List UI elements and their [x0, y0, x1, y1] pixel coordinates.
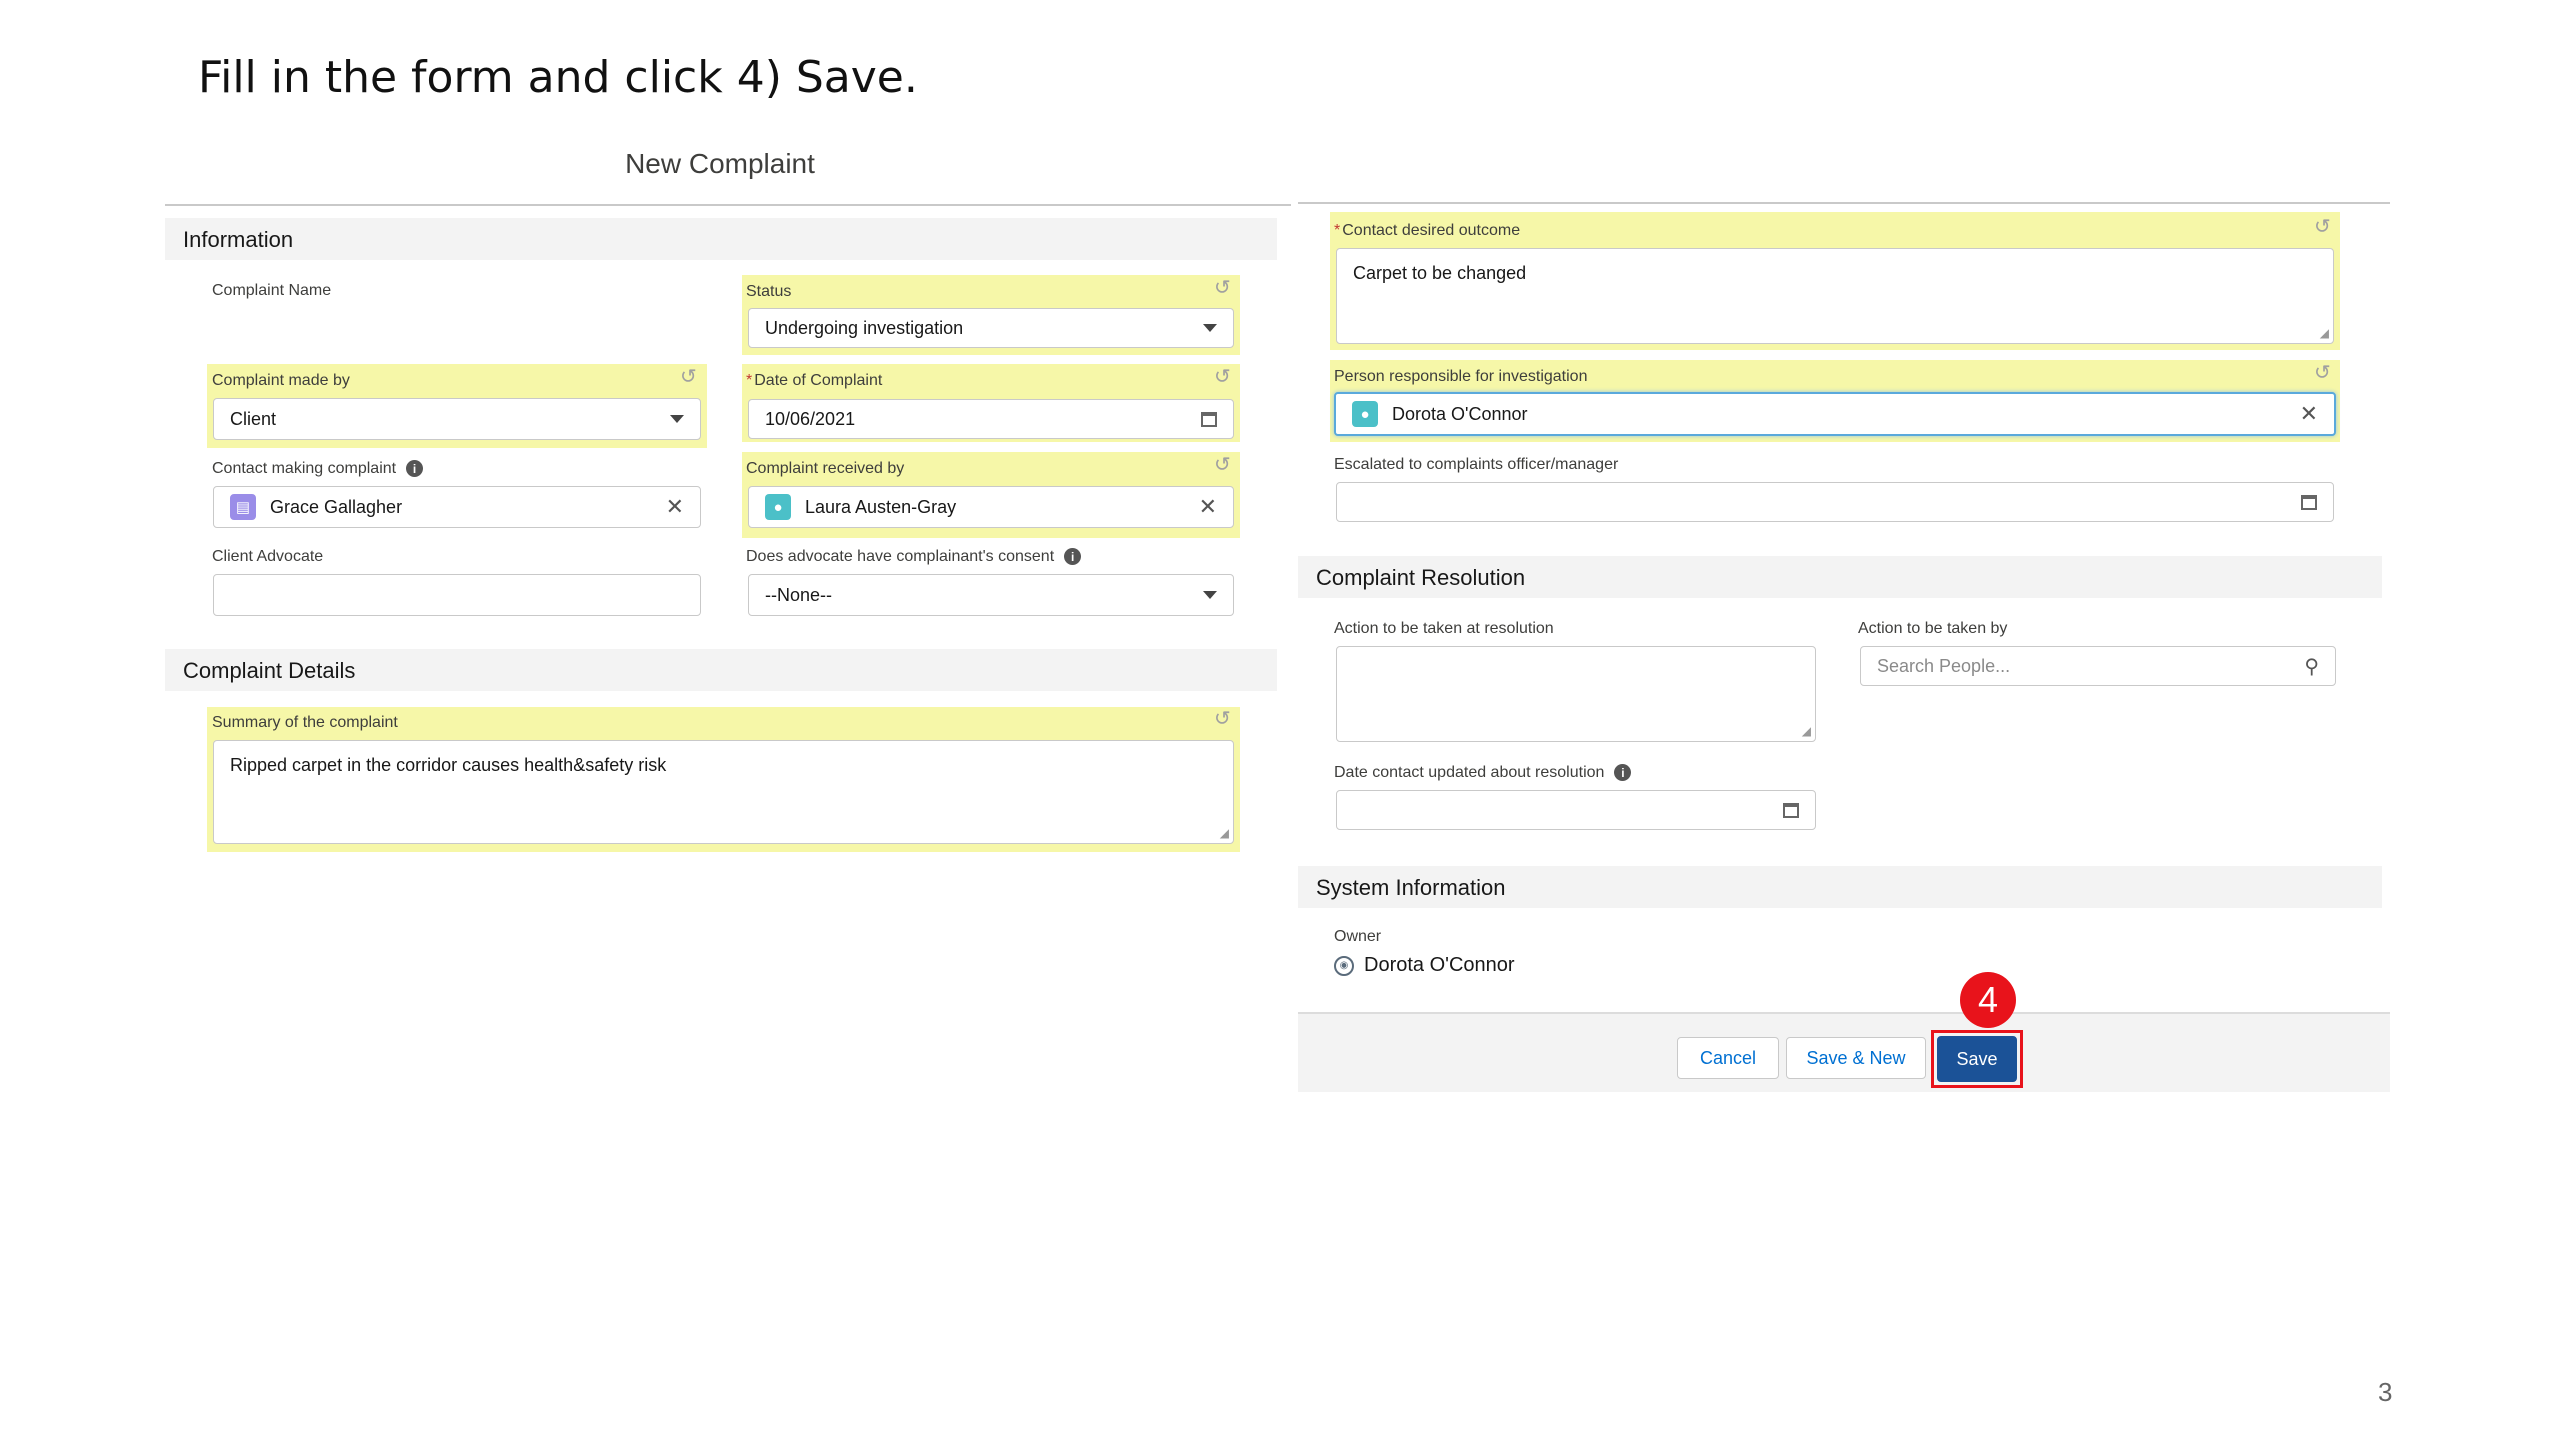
- user-icon: ●: [1352, 401, 1378, 427]
- summary-label: Summary of the complaint: [212, 714, 398, 731]
- received-by-lookup[interactable]: ● Laura Austen-Gray ✕: [748, 486, 1234, 528]
- slide-instruction: Fill in the form and click 4) Save.: [198, 52, 918, 103]
- form-divider-right: [1298, 202, 2390, 204]
- consent-value: --None--: [765, 584, 833, 605]
- action-by-search[interactable]: Search People... ⚲: [1860, 646, 2336, 686]
- advocate-input[interactable]: [213, 574, 701, 616]
- undo-icon[interactable]: ↺: [1214, 709, 1231, 729]
- escalated-label: Escalated to complaints officer/manager: [1334, 456, 1619, 473]
- summary-value: Ripped carpet in the corridor causes hea…: [230, 755, 667, 775]
- responsible-value: Dorota O'Connor: [1392, 403, 1528, 424]
- date-updated-input[interactable]: [1336, 790, 1816, 830]
- page-number: 3: [2378, 1377, 2393, 1407]
- made-by-value: Client: [230, 408, 277, 429]
- save-new-button[interactable]: Save & New: [1786, 1037, 1926, 1079]
- received-by-value: Laura Austen-Gray: [805, 496, 957, 517]
- save-button[interactable]: Save: [1937, 1036, 2017, 1082]
- outcome-label: * Contact desired outcome: [1334, 222, 1521, 239]
- outcome-value: Carpet to be changed: [1353, 263, 1527, 283]
- responsible-label: Person responsible for investigation: [1334, 368, 1588, 385]
- action-label: Action to be taken at resolution: [1334, 620, 1554, 637]
- date-value: 10/06/2021: [765, 408, 856, 429]
- cancel-button[interactable]: Cancel: [1677, 1037, 1779, 1079]
- calendar-icon[interactable]: [1201, 411, 1217, 427]
- made-by-label: Complaint made by: [212, 372, 350, 389]
- clear-icon[interactable]: ✕: [666, 494, 684, 520]
- calendar-icon[interactable]: [1783, 802, 1799, 818]
- calendar-icon[interactable]: [2301, 494, 2317, 510]
- info-icon[interactable]: i: [1614, 764, 1632, 782]
- owner-value[interactable]: Dorota O'Connor: [1364, 954, 1515, 977]
- section-complaint-resolution: Complaint Resolution: [1298, 556, 2382, 598]
- undo-icon[interactable]: ↺: [2314, 217, 2331, 237]
- received-by-label: Complaint received by: [746, 460, 905, 477]
- undo-icon[interactable]: ↺: [680, 367, 697, 387]
- form-divider-left: [165, 204, 1291, 206]
- consent-select[interactable]: --None--: [748, 574, 1234, 616]
- chevron-down-icon: [1203, 324, 1217, 332]
- action-by-placeholder: Search People...: [1877, 655, 2011, 676]
- date-label: * Date of Complaint: [746, 372, 883, 389]
- consent-label: Does advocate have complainant's consent…: [746, 548, 1082, 566]
- form-title: New Complaint: [625, 148, 815, 179]
- section-system-information: System Information: [1298, 866, 2382, 908]
- action-textarea[interactable]: ◢: [1336, 646, 1816, 742]
- clear-icon[interactable]: ✕: [2300, 401, 2318, 427]
- chevron-down-icon: [1203, 591, 1217, 599]
- section-complaint-details: Complaint Details: [165, 649, 1277, 691]
- clear-icon[interactable]: ✕: [1199, 494, 1217, 520]
- undo-icon[interactable]: ↺: [2314, 363, 2331, 383]
- made-by-select[interactable]: Client: [213, 398, 701, 440]
- avatar-icon: ◉: [1334, 955, 1354, 976]
- undo-icon[interactable]: ↺: [1214, 278, 1231, 298]
- action-by-label: Action to be taken by: [1858, 620, 2008, 637]
- resize-handle-icon[interactable]: ◢: [1220, 826, 1229, 840]
- escalated-date-input[interactable]: [1336, 482, 2334, 522]
- contact-lookup[interactable]: ▤ Grace Gallagher ✕: [213, 486, 701, 528]
- outcome-textarea[interactable]: Carpet to be changed ◢: [1336, 248, 2334, 344]
- contact-value: Grace Gallagher: [270, 496, 403, 517]
- undo-icon[interactable]: ↺: [1214, 367, 1231, 387]
- owner-label: Owner: [1334, 928, 1382, 945]
- complaint-name-label: Complaint Name: [212, 282, 332, 299]
- contact-label: Contact making complaint i: [212, 460, 424, 478]
- owner-field: ◉ Dorota O'Connor: [1334, 954, 1515, 977]
- status-label: Status: [746, 283, 792, 300]
- status-select[interactable]: Undergoing investigation: [748, 308, 1234, 348]
- contact-card-icon: ▤: [230, 494, 256, 520]
- user-icon: ●: [765, 494, 791, 520]
- section-information: Information: [165, 218, 1277, 260]
- search-icon[interactable]: ⚲: [2304, 654, 2319, 679]
- responsible-lookup[interactable]: ● Dorota O'Connor ✕: [1334, 392, 2336, 436]
- step-badge: 4: [1960, 972, 2016, 1028]
- date-updated-label: Date contact updated about resolution i: [1334, 764, 1632, 782]
- chevron-down-icon: [670, 415, 684, 423]
- status-value: Undergoing investigation: [765, 317, 964, 338]
- advocate-label: Client Advocate: [212, 548, 324, 565]
- info-icon[interactable]: i: [406, 460, 424, 478]
- date-input[interactable]: 10/06/2021: [748, 399, 1234, 439]
- resize-handle-icon[interactable]: ◢: [1802, 724, 1811, 738]
- resize-handle-icon[interactable]: ◢: [2320, 326, 2329, 340]
- undo-icon[interactable]: ↺: [1214, 455, 1231, 475]
- info-icon[interactable]: i: [1064, 548, 1082, 566]
- summary-textarea[interactable]: Ripped carpet in the corridor causes hea…: [213, 740, 1234, 844]
